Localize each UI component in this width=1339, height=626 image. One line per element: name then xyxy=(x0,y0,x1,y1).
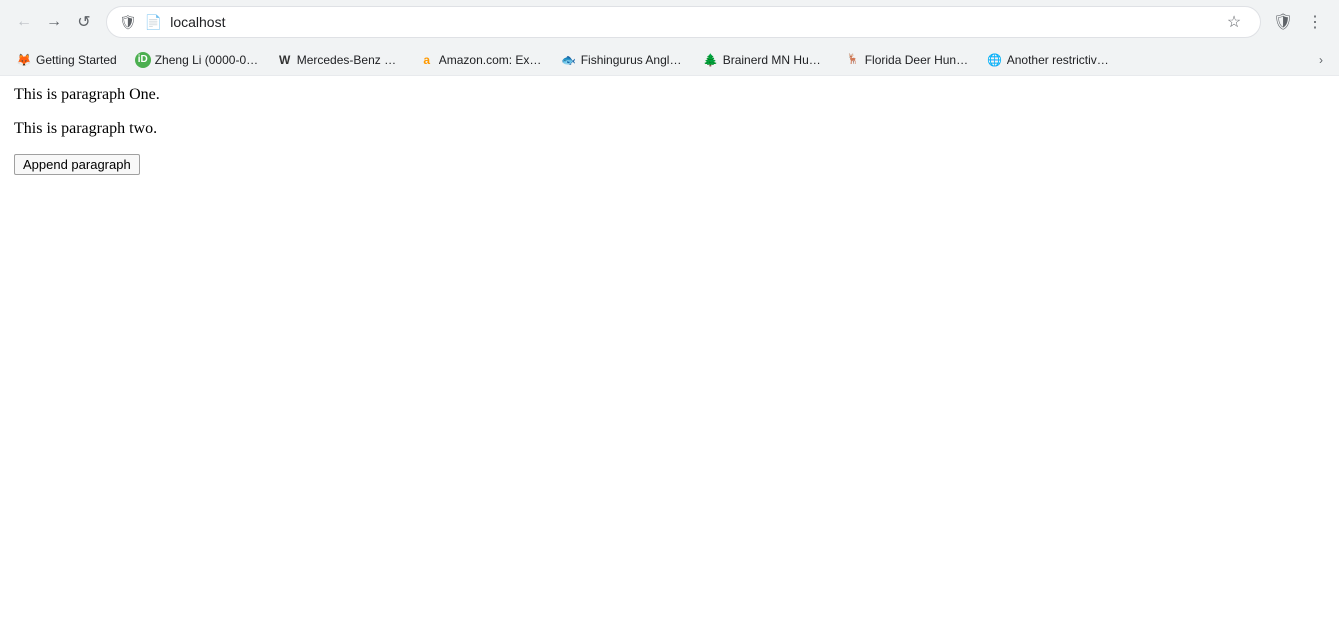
page-icon: 📄 xyxy=(145,14,162,31)
menu-button[interactable]: ⋮ xyxy=(1301,8,1329,36)
bookmark-favicon-zheng-li: iD xyxy=(135,52,151,68)
bookmark-label-brainerd: Brainerd MN Hunting ... xyxy=(723,53,827,67)
bookmark-favicon-fishingurus: 🐟 xyxy=(561,52,577,68)
bookmark-another-restrictive[interactable]: 🌐 Another restrictive dee... xyxy=(979,49,1119,71)
bookmark-label-another-restrictive: Another restrictive dee... xyxy=(1007,53,1111,67)
bookmark-brainerd[interactable]: 🌲 Brainerd MN Hunting ... xyxy=(695,49,835,71)
paragraph-one: This is paragraph One. xyxy=(14,86,1325,104)
bookmark-label-amazon: Amazon.com: ExpertP... xyxy=(439,53,543,67)
bookmark-label-zheng-li: Zheng Li (0000-0002-3... xyxy=(155,53,259,67)
bookmark-favicon-mercedes: W xyxy=(277,52,293,68)
bookmark-zheng-li[interactable]: iD Zheng Li (0000-0002-3... xyxy=(127,49,267,71)
security-icon: 🛡 xyxy=(119,14,137,31)
bookmark-getting-started[interactable]: 🦊 Getting Started xyxy=(8,49,125,71)
bookmark-favicon-brainerd: 🌲 xyxy=(703,52,719,68)
page-content: This is paragraph One. This is paragraph… xyxy=(0,76,1339,626)
bookmark-fishingurus[interactable]: 🐟 Fishingurus Angler's l... xyxy=(553,49,693,71)
bookmarks-chevron[interactable]: › xyxy=(1311,50,1331,70)
right-buttons: 🛡 ⋮ xyxy=(1269,8,1329,36)
shield-button[interactable]: 🛡 xyxy=(1269,8,1297,36)
bookmark-star-button[interactable]: ☆ xyxy=(1220,8,1248,36)
bookmark-mercedes[interactable]: W Mercedes-Benz G-Clas... xyxy=(269,49,409,71)
bookmark-favicon-florida-deer: 🦌 xyxy=(845,52,861,68)
paragraph-two: This is paragraph two. xyxy=(14,120,1325,138)
bookmark-favicon-getting-started: 🦊 xyxy=(16,52,32,68)
bookmark-favicon-amazon: a xyxy=(419,52,435,68)
back-button[interactable]: ← xyxy=(10,8,38,36)
append-paragraph-button[interactable]: Append paragraph xyxy=(14,154,140,175)
bookmark-label-getting-started: Getting Started xyxy=(36,53,117,67)
browser-window: ← → ↺ 🛡 📄 ☆ 🛡 ⋮ 🦊 Getting Started iD Zhe… xyxy=(0,0,1339,626)
bookmark-amazon[interactable]: a Amazon.com: ExpertP... xyxy=(411,49,551,71)
bookmark-label-mercedes: Mercedes-Benz G-Clas... xyxy=(297,53,401,67)
address-bar-container: 🛡 📄 ☆ xyxy=(106,6,1261,38)
bookmark-favicon-another-restrictive: 🌐 xyxy=(987,52,1003,68)
forward-button[interactable]: → xyxy=(40,8,68,36)
bookmarks-bar: 🦊 Getting Started iD Zheng Li (0000-0002… xyxy=(0,44,1339,76)
reload-button[interactable]: ↺ xyxy=(70,8,98,36)
bookmark-label-florida-deer: Florida Deer Hunting S... xyxy=(865,53,969,67)
top-bar: ← → ↺ 🛡 📄 ☆ 🛡 ⋮ xyxy=(0,0,1339,44)
nav-buttons: ← → ↺ xyxy=(10,8,98,36)
address-input[interactable] xyxy=(170,14,1212,30)
bookmark-label-fishingurus: Fishingurus Angler's l... xyxy=(581,53,685,67)
bookmark-florida-deer[interactable]: 🦌 Florida Deer Hunting S... xyxy=(837,49,977,71)
